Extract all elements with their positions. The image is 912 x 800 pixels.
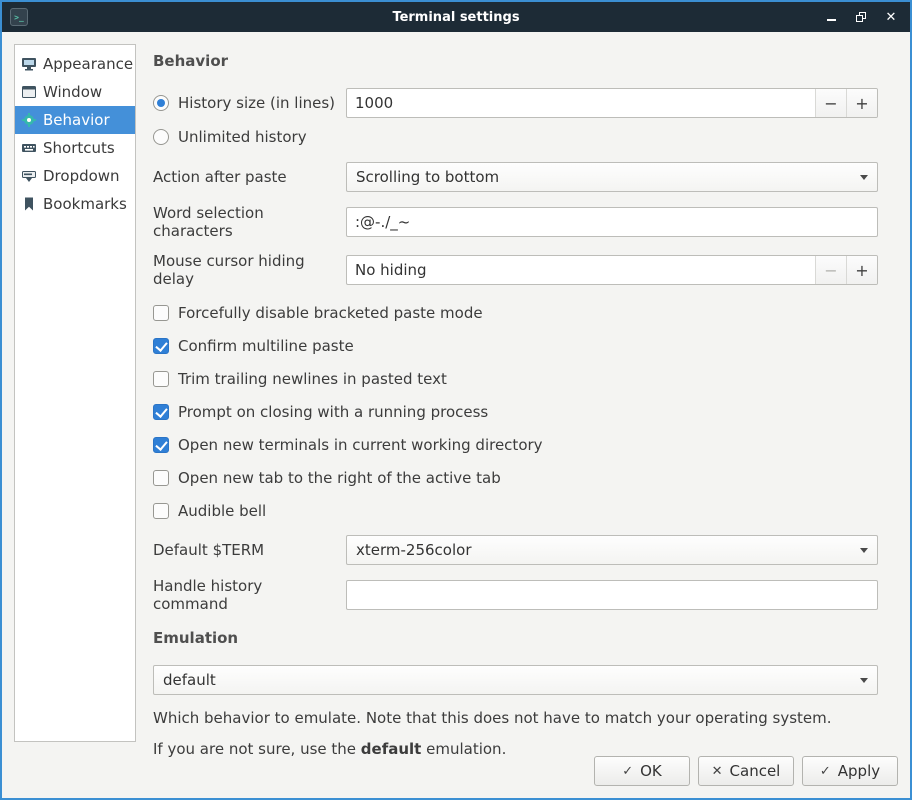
handle-history-label: Handle history command <box>153 577 346 613</box>
behavior-settings-panel: Behavior History size (in lines) − + <box>136 44 898 742</box>
chevron-down-icon <box>860 548 868 553</box>
history-size-label: History size (in lines) <box>178 94 335 112</box>
default-term-label: Default $TERM <box>153 541 346 559</box>
sidebar-item-bookmarks[interactable]: Bookmarks <box>15 190 135 218</box>
unlimited-history-radio[interactable] <box>153 129 169 145</box>
apply-button[interactable]: ✓ Apply <box>802 756 898 786</box>
checkbox-row-bracketed-paste[interactable]: Forcefully disable bracketed paste mode <box>153 304 878 322</box>
word-selection-label: Word selection characters <box>153 204 346 240</box>
chevron-down-icon <box>860 678 868 683</box>
sidebar-item-behavior[interactable]: Behavior <box>15 106 135 134</box>
terminal-app-icon: >_ <box>10 8 28 26</box>
unlimited-history-option[interactable]: Unlimited history <box>153 128 878 146</box>
confirm-multiline-checkbox[interactable] <box>153 338 169 354</box>
sidebar-item-label: Bookmarks <box>43 195 127 213</box>
restore-icon <box>856 12 866 22</box>
tab-right-checkbox[interactable] <box>153 470 169 486</box>
appearance-icon <box>21 56 37 72</box>
checkbox-label: Prompt on closing with a running process <box>178 403 488 421</box>
sidebar-item-label: Window <box>43 83 102 101</box>
checkbox-row-audible-bell[interactable]: Audible bell <box>153 502 878 520</box>
checkbox-row-trim-newlines[interactable]: Trim trailing newlines in pasted text <box>153 370 878 388</box>
minimize-icon <box>827 19 836 21</box>
titlebar[interactable]: >_ Terminal settings ✕ <box>2 2 910 32</box>
mouse-delay-label: Mouse cursor hiding delay <box>153 252 346 288</box>
close-icon: ✕ <box>886 11 897 24</box>
action-after-paste-value: Scrolling to bottom <box>356 168 499 186</box>
handle-history-input[interactable] <box>346 580 878 610</box>
minimize-button[interactable] <box>824 10 838 24</box>
mouse-delay-plus-button[interactable]: + <box>846 256 877 284</box>
checkbox-row-open-cwd[interactable]: Open new terminals in current working di… <box>153 436 878 454</box>
unlimited-history-label: Unlimited history <box>178 128 307 146</box>
check-icon: ✓ <box>820 764 831 779</box>
check-icon: ✓ <box>622 764 633 779</box>
mouse-delay-spinbox: − + <box>346 255 878 285</box>
terminal-settings-window: >_ Terminal settings ✕ Appearance W <box>0 0 912 800</box>
word-selection-input[interactable] <box>346 207 878 237</box>
bookmark-icon <box>21 196 37 212</box>
sidebar-item-label: Appearance <box>43 55 133 73</box>
history-size-radio[interactable] <box>153 95 169 111</box>
checkbox-row-confirm-multiline[interactable]: Confirm multiline paste <box>153 337 878 355</box>
checkbox-row-prompt-closing[interactable]: Prompt on closing with a running process <box>153 403 878 421</box>
sidebar-item-shortcuts[interactable]: Shortcuts <box>15 134 135 162</box>
restore-button[interactable] <box>854 10 868 24</box>
window-icon <box>21 84 37 100</box>
default-term-value: xterm-256color <box>356 541 471 559</box>
trim-newlines-checkbox[interactable] <box>153 371 169 387</box>
chevron-down-icon <box>860 175 868 180</box>
sidebar-item-appearance[interactable]: Appearance <box>15 50 135 78</box>
bracketed-paste-checkbox[interactable] <box>153 305 169 321</box>
keyboard-icon <box>21 140 37 156</box>
cancel-button[interactable]: ✕ Cancel <box>698 756 794 786</box>
default-term-select[interactable]: xterm-256color <box>346 535 878 565</box>
sidebar-item-window[interactable]: Window <box>15 78 135 106</box>
history-size-minus-button[interactable]: − <box>815 89 846 117</box>
dialog-footer: ✓ OK ✕ Cancel ✓ Apply <box>2 750 910 798</box>
behavior-section-title: Behavior <box>153 52 878 70</box>
close-button[interactable]: ✕ <box>884 10 898 24</box>
settings-sidebar: Appearance Window Behavior Shortcuts <box>14 44 136 742</box>
prompt-closing-checkbox[interactable] <box>153 404 169 420</box>
emulation-section-title: Emulation <box>153 629 878 647</box>
ok-button[interactable]: ✓ OK <box>594 756 690 786</box>
history-size-spinbox: − + <box>346 88 878 118</box>
emulation-value: default <box>163 671 216 689</box>
emulation-help-line1: Which behavior to emulate. Note that thi… <box>153 709 878 727</box>
behavior-icon <box>21 112 37 128</box>
checkbox-row-tab-right[interactable]: Open new tab to the right of the active … <box>153 469 878 487</box>
action-after-paste-label: Action after paste <box>153 168 346 186</box>
checkbox-label: Forcefully disable bracketed paste mode <box>178 304 483 322</box>
action-after-paste-select[interactable]: Scrolling to bottom <box>346 162 878 192</box>
sidebar-item-dropdown[interactable]: Dropdown <box>15 162 135 190</box>
cross-icon: ✕ <box>712 764 723 779</box>
history-size-plus-button[interactable]: + <box>846 89 877 117</box>
checkbox-label: Confirm multiline paste <box>178 337 354 355</box>
dropdown-icon <box>21 168 37 184</box>
sidebar-item-label: Shortcuts <box>43 139 115 157</box>
sidebar-item-label: Dropdown <box>43 167 120 185</box>
checkbox-label: Open new terminals in current working di… <box>178 436 543 454</box>
checkbox-label: Trim trailing newlines in pasted text <box>178 370 447 388</box>
checkbox-label: Audible bell <box>178 502 266 520</box>
history-size-option[interactable]: History size (in lines) <box>153 94 338 112</box>
window-title: Terminal settings <box>2 10 910 25</box>
mouse-delay-input[interactable] <box>347 256 815 284</box>
mouse-delay-minus-button[interactable]: − <box>815 256 846 284</box>
sidebar-item-label: Behavior <box>43 111 110 129</box>
checkbox-label: Open new tab to the right of the active … <box>178 469 501 487</box>
history-size-input[interactable] <box>347 89 815 117</box>
open-cwd-checkbox[interactable] <box>153 437 169 453</box>
emulation-select[interactable]: default <box>153 665 878 695</box>
audible-bell-checkbox[interactable] <box>153 503 169 519</box>
